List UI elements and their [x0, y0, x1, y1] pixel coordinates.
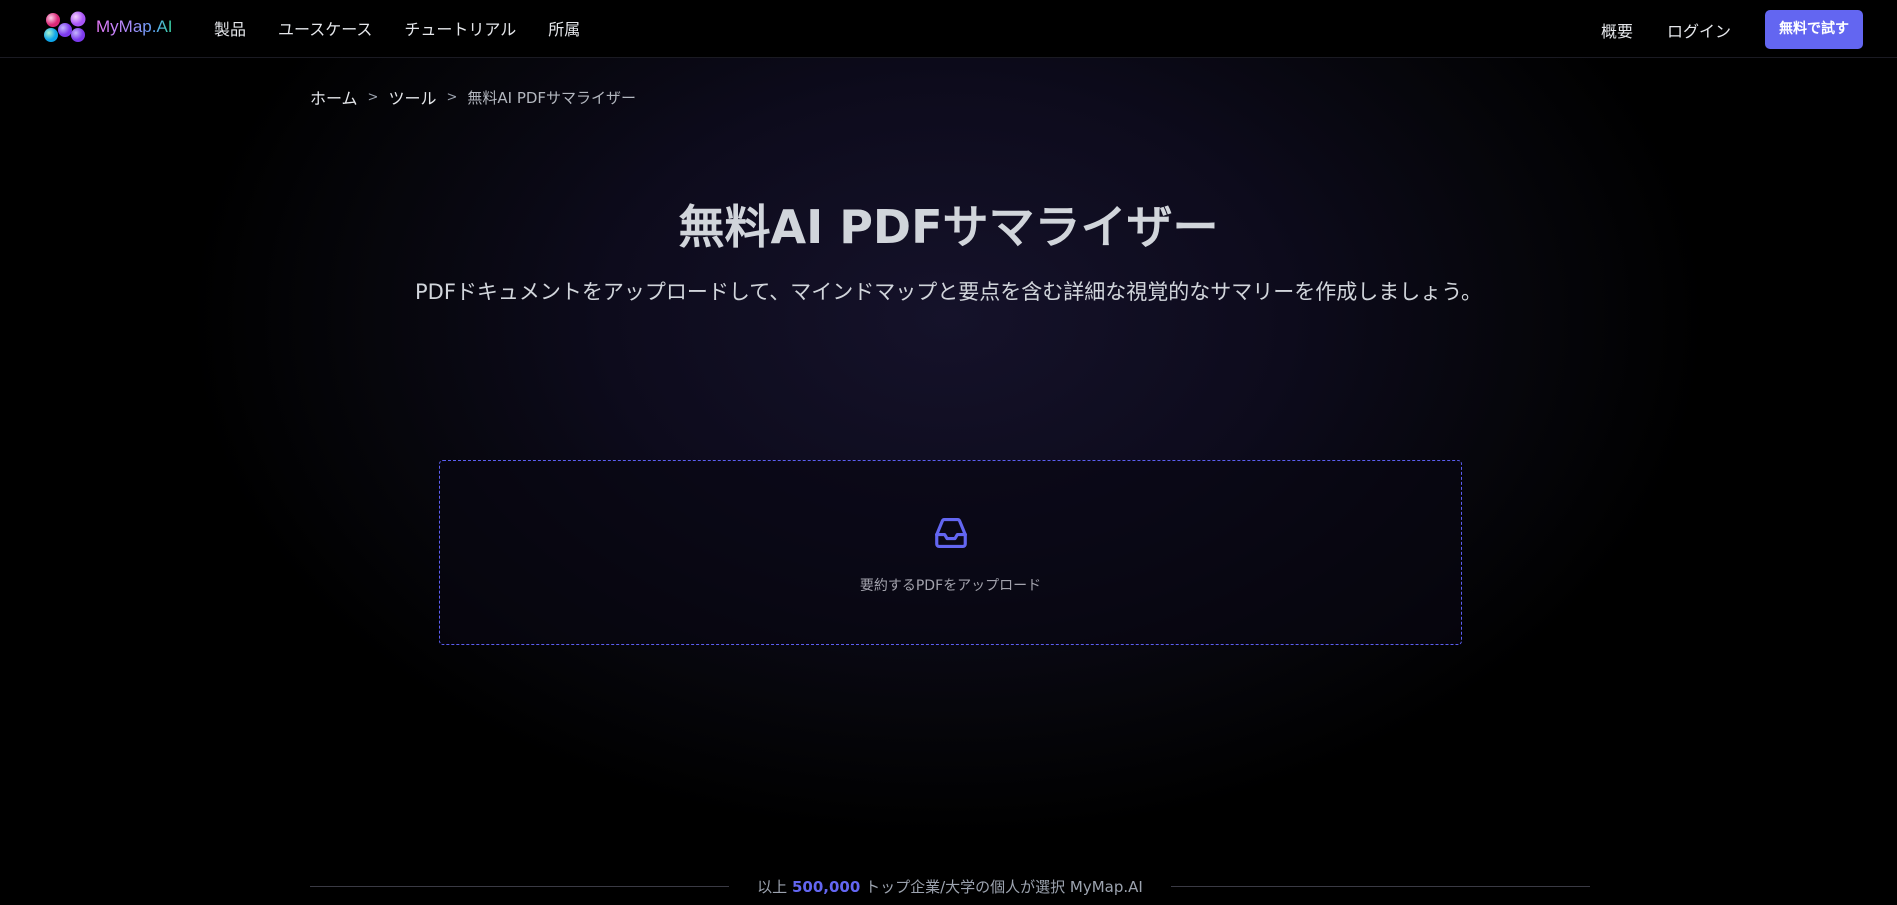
try-free-button[interactable]: 無料で試す [1765, 10, 1863, 49]
page-subtitle: PDFドキュメントをアップロードして、マインドマップと要点を含む詳細な視覚的なサ… [415, 280, 1482, 304]
main-nav: 製品 ユースケース チュートリアル 所属 [214, 16, 612, 40]
page-title: 無料AI PDFサマライザー [678, 200, 1219, 254]
logo[interactable]: MyMap.AI [42, 10, 173, 44]
logo-text: MyMap.AI [96, 17, 173, 36]
trust-prefix: 以上 [757, 877, 788, 896]
trust-text: 以上 500,000 トップ企業/大学の個人が選択 MyMap.AI [729, 876, 1171, 897]
breadcrumb-home[interactable]: ホーム [310, 85, 358, 109]
login-link[interactable]: ログイン [1667, 18, 1731, 42]
logo-icon [44, 11, 86, 42]
trust-user-count: 500,000 [791, 877, 861, 896]
pdf-upload-dropzone[interactable]: 要約するPDFをアップロード [439, 460, 1462, 645]
nav-item-products[interactable]: 製品 [214, 16, 246, 40]
divider-right [1170, 885, 1591, 887]
nav-item-use-cases[interactable]: ユースケース [278, 16, 372, 40]
divider-left [310, 885, 730, 887]
breadcrumb-separator: > [367, 89, 379, 105]
overview-link[interactable]: 概要 [1601, 18, 1633, 42]
inbox-icon [935, 517, 967, 549]
breadcrumb-tools[interactable]: ツール [388, 85, 436, 109]
breadcrumb: ホーム > ツール > 無料AI PDFサマライザー [310, 85, 636, 109]
trust-suffix: トップ企業/大学の個人が選択 MyMap.AI [865, 877, 1143, 896]
breadcrumb-separator: > [446, 89, 458, 105]
breadcrumb-current: 無料AI PDFサマライザー [467, 88, 637, 107]
header-actions: 概要 ログイン 無料で試す [1601, 10, 1863, 49]
upload-label: 要約するPDFをアップロード [859, 578, 1042, 594]
nav-item-affiliation[interactable]: 所属 [548, 16, 580, 40]
nav-item-tutorials[interactable]: チュートリアル [404, 16, 516, 40]
top-navbar: MyMap.AI 製品 ユースケース チュートリアル 所属 概要 ログイン 無料… [0, 0, 1897, 58]
trust-banner: 以上 500,000 トップ企業/大学の個人が選択 MyMap.AI [310, 876, 1591, 897]
